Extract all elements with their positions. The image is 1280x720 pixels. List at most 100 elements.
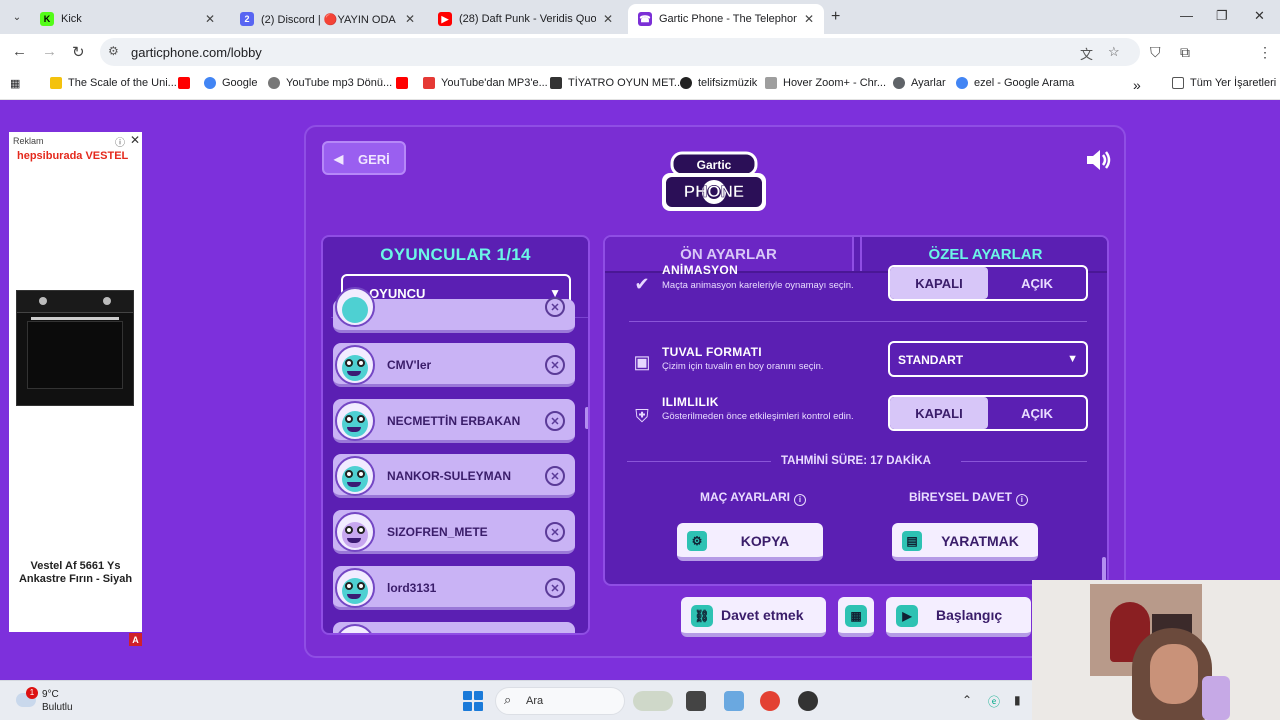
tab-youtube[interactable]: ▶ (28) Daft Punk - Veridis Quo (M ✕ xyxy=(428,4,623,34)
divider xyxy=(629,321,1087,322)
app-tray-icon[interactable]: ⓔ xyxy=(988,693,1000,710)
remove-player-icon[interactable]: ✕ xyxy=(545,466,565,486)
search-icon: ⌕ xyxy=(504,692,512,707)
tab-search-icon[interactable]: ⌄ xyxy=(8,8,26,26)
forward-arrow-icon[interactable]: → xyxy=(42,43,57,60)
tab-title: (28) Daft Punk - Veridis Quo (M xyxy=(459,13,596,25)
canvas-format-select[interactable]: STANDART ▼ xyxy=(888,341,1088,377)
player-name: lord3131 xyxy=(387,581,437,595)
setting-canvas-format: ▣ TUVAL FORMATI Çizim için tuvalin en bo… xyxy=(629,341,1099,383)
extensions-icon[interactable]: ⧉ xyxy=(1180,44,1190,61)
meter-icon[interactable]: ▮ xyxy=(1014,693,1021,707)
bookmark-item[interactable]: YouTube mp3 Dönü... xyxy=(268,77,392,89)
apps-grid-icon[interactable]: ▦ xyxy=(10,77,20,90)
bookmark-item[interactable]: TİYATRO OYUN MET... xyxy=(550,77,683,89)
remove-player-icon[interactable]: ✕ xyxy=(545,522,565,542)
info-icon[interactable]: ⓘ xyxy=(115,134,125,149)
windows-start-icon[interactable] xyxy=(463,691,483,711)
chevron-up-icon[interactable]: ⌃ xyxy=(962,693,972,707)
all-bookmarks-button[interactable]: Tüm Yer İşaretleri xyxy=(1172,77,1276,89)
menu-icon[interactable]: ⋮ xyxy=(1258,44,1272,61)
reload-icon[interactable]: ↻ xyxy=(72,43,85,61)
back-triangle-icon: ◀ xyxy=(334,152,344,166)
tab-bar: ⌄ K Kick ✕ 2 (2) Discord | 🔴YAYIN ODA ✕ … xyxy=(0,0,1280,34)
close-tab-icon[interactable]: ✕ xyxy=(405,12,415,26)
back-arrow-icon[interactable]: ← xyxy=(12,43,27,60)
site-info-icon[interactable]: ⚙ xyxy=(108,44,119,58)
bookmark-item[interactable]: ezel - Google Arama xyxy=(956,77,1074,89)
tab-kick[interactable]: K Kick ✕ xyxy=(30,4,225,34)
more-bookmarks-button[interactable]: » xyxy=(1133,77,1141,93)
url-text[interactable]: garticphone.com/lobby xyxy=(131,45,262,60)
obs-icon[interactable] xyxy=(798,691,818,711)
minimize-icon[interactable]: — xyxy=(1180,8,1193,23)
remove-player-icon[interactable]: ✕ xyxy=(545,411,565,431)
remove-player-icon[interactable]: ✕ xyxy=(545,355,565,375)
toggle-on-option[interactable]: AÇIK xyxy=(988,397,1086,429)
toggle-on-option[interactable]: AÇIK xyxy=(988,267,1086,299)
bookmark-item[interactable]: Google xyxy=(204,77,257,89)
logo-top-text: Gartic xyxy=(697,158,732,172)
close-icon[interactable]: ✕ xyxy=(130,133,140,147)
qr-code-button[interactable]: ▦ xyxy=(838,597,874,637)
bookmark-item[interactable]: YouTube'dan MP3'e... xyxy=(423,77,548,89)
moderation-toggle[interactable]: KAPALI AÇIK xyxy=(888,395,1088,431)
close-window-icon[interactable]: ✕ xyxy=(1254,8,1265,24)
bookmark-label: Google xyxy=(222,77,258,89)
estimated-time-text: TAHMİNİ SÜRE: 17 DAKİKA xyxy=(781,455,931,467)
toggle-off-option[interactable]: KAPALI xyxy=(890,267,988,299)
players-scrollbar[interactable] xyxy=(585,407,588,429)
play-icon: ▶ xyxy=(896,605,918,627)
chrome-icon[interactable] xyxy=(760,691,780,711)
ad-banner[interactable]: Reklam ⓘ ✕ hepsiburada VESTEL Vestel Af … xyxy=(9,132,142,632)
create-invite-button[interactable]: ▤ YARATMAK xyxy=(892,523,1038,561)
google-icon xyxy=(204,77,216,89)
file-explorer-icon[interactable] xyxy=(724,691,744,711)
gartic-icon: ☎ xyxy=(638,12,652,26)
bookmark-item[interactable]: telifsizmüzik xyxy=(680,77,757,89)
tab-discord[interactable]: 2 (2) Discord | 🔴YAYIN ODA ✕ xyxy=(230,4,425,34)
bookmark-item[interactable]: Ayarlar xyxy=(893,77,946,89)
kick-icon: K xyxy=(40,12,54,26)
bookmark-item[interactable] xyxy=(396,77,414,89)
estimated-time: TAHMİNİ SÜRE: 17 DAKİKA xyxy=(627,453,1087,469)
task-view-icon[interactable] xyxy=(686,691,706,711)
widgets-icon[interactable] xyxy=(633,691,673,711)
bookmark-item[interactable]: The Scale of the Uni... xyxy=(50,77,177,89)
close-tab-icon[interactable]: ✕ xyxy=(804,12,814,26)
music-icon xyxy=(680,77,692,89)
ticket-icon: ▤ xyxy=(902,531,922,551)
omnibox[interactable]: ⚙ garticphone.com/lobby 文 ☆ xyxy=(100,38,1140,66)
adchoices-icon[interactable]: A xyxy=(129,633,142,646)
bookmark-label: YouTube'dan MP3'e... xyxy=(441,77,548,89)
setting-description: Gösterilmeden önce etkileşimleri kontrol… xyxy=(662,411,854,422)
shield-icon[interactable]: ⛉ xyxy=(1150,44,1161,61)
remove-player-icon[interactable]: ✕ xyxy=(545,578,565,598)
bookmark-star-icon[interactable]: ☆ xyxy=(1108,44,1120,60)
info-icon[interactable]: i xyxy=(1015,494,1028,506)
close-tab-icon[interactable]: ✕ xyxy=(205,12,215,26)
animation-toggle[interactable]: KAPALI AÇIK xyxy=(888,265,1088,301)
gear-icon xyxy=(893,77,905,89)
speaker-icon[interactable] xyxy=(1085,148,1113,172)
heading-text: MAÇ AYARLARI xyxy=(700,490,791,504)
setting-animation: ✔ ANİMASYON Maçta animasyon kareleriyle … xyxy=(629,263,1099,305)
remove-player-icon[interactable]: ✕ xyxy=(545,297,565,317)
tab-gartic[interactable]: ☎ Gartic Phone - The Telephone G ✕ xyxy=(628,4,824,34)
back-button[interactable]: ◀ GERİ xyxy=(322,141,406,175)
copy-settings-button[interactable]: ⚙ KOPYA xyxy=(677,523,823,561)
translate-icon[interactable]: 文 xyxy=(1080,44,1093,63)
divider xyxy=(961,461,1087,462)
close-tab-icon[interactable]: ✕ xyxy=(603,12,613,26)
start-button[interactable]: ▶ Başlangıç xyxy=(886,597,1031,637)
info-icon[interactable]: i xyxy=(794,494,807,506)
player-avatar xyxy=(335,287,375,327)
new-tab-button[interactable]: + xyxy=(831,8,840,26)
toggle-off-option[interactable]: KAPALI xyxy=(890,397,988,429)
taskbar-search[interactable]: ⌕ Ara xyxy=(495,687,625,715)
restore-icon[interactable]: ❐ xyxy=(1216,8,1228,24)
invite-button[interactable]: ⛓ Davet etmek xyxy=(681,597,826,637)
bookmark-item[interactable] xyxy=(178,77,196,89)
bookmark-item[interactable]: Hover Zoom+ - Chr... xyxy=(765,77,886,89)
setting-title: ANİMASYON xyxy=(662,263,739,277)
